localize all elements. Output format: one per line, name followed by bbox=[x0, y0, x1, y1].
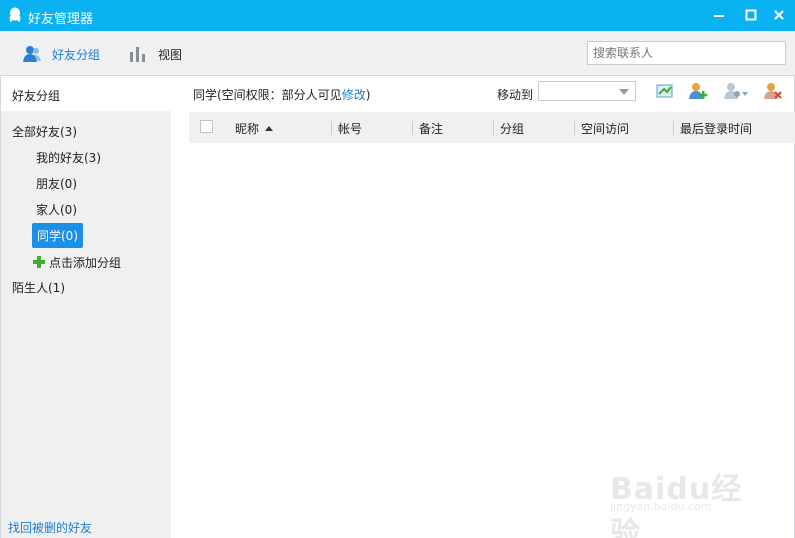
sidebar-header: 好友分组 bbox=[1, 76, 171, 111]
minimize-icon[interactable] bbox=[712, 8, 726, 22]
group-breadcrumb: 同学(空间权限：部分人可见修改) bbox=[193, 86, 370, 103]
watermark-url: jingyan.baidu.com bbox=[610, 500, 712, 513]
view-label: 视图 bbox=[158, 47, 183, 62]
sort-up-icon bbox=[265, 126, 274, 131]
column-space-visit[interactable]: 空间访问 bbox=[581, 120, 629, 137]
sidebar-item-all-friends[interactable]: 全部好友(3) bbox=[12, 119, 77, 143]
add-friend-icon[interactable] bbox=[688, 82, 708, 100]
window-title: 好友管理器 bbox=[28, 12, 94, 27]
column-nickname[interactable]: 昵称 bbox=[235, 120, 274, 137]
sidebar-item-strangers[interactable]: 陌生人(1) bbox=[12, 275, 65, 299]
plus-icon bbox=[33, 256, 45, 268]
column-account[interactable]: 帐号 bbox=[338, 120, 362, 137]
crumb-suffix: ) bbox=[365, 88, 371, 102]
modify-permission-link[interactable]: 修改 bbox=[342, 88, 366, 102]
friend-groups-tab[interactable]: 好友分组 bbox=[22, 44, 100, 64]
crumb-prefix: 同学(空间权限：部分人可见 bbox=[193, 88, 342, 102]
column-remark[interactable]: 备注 bbox=[419, 120, 443, 137]
sidebar-item-friends[interactable]: 朋友(0) bbox=[36, 171, 77, 195]
add-group-label: 点击添加分组 bbox=[49, 255, 122, 270]
group-sidebar: 好友分组 全部好友(3) 我的好友(3) 朋友(0) 家人(0) 同学(0) 点… bbox=[0, 76, 171, 538]
friend-groups-label: 好友分组 bbox=[52, 47, 101, 62]
column-group[interactable]: 分组 bbox=[500, 120, 524, 137]
manage-friend-icon[interactable] bbox=[723, 82, 749, 100]
column-last-login[interactable]: 最后登录时间 bbox=[680, 120, 752, 137]
move-to-label: 移动到 bbox=[497, 88, 534, 102]
chevron-down-icon bbox=[619, 89, 629, 95]
bar-chart-icon bbox=[130, 47, 145, 62]
title-bar: 好友管理器 bbox=[0, 0, 795, 31]
sidebar-item-my-friends[interactable]: 我的好友(3) bbox=[36, 145, 101, 169]
friends-table-header: 昵称 帐号 备注 分组 空间访问 最后登录时间 bbox=[189, 112, 795, 143]
move-to-select[interactable] bbox=[538, 81, 636, 101]
maximize-icon[interactable] bbox=[744, 8, 758, 22]
qq-penguin-icon bbox=[9, 7, 21, 22]
search-contacts-input[interactable] bbox=[587, 41, 786, 65]
sidebar-item-classmates[interactable]: 同学(0) bbox=[32, 223, 83, 248]
friends-icon bbox=[23, 46, 41, 62]
recover-deleted-friends-link[interactable]: 找回被删的好友 bbox=[8, 519, 92, 536]
delete-friend-icon[interactable] bbox=[763, 82, 783, 100]
toolbar: 好友分组 视图 bbox=[0, 31, 795, 76]
select-all-checkbox[interactable] bbox=[200, 120, 213, 133]
add-group-button[interactable]: 点击添加分组 bbox=[32, 250, 121, 274]
baidu-watermark: Baidu经验 jingyan.baidu.com bbox=[605, 448, 755, 538]
view-tab[interactable]: 视图 bbox=[128, 44, 182, 64]
close-icon[interactable] bbox=[772, 8, 786, 22]
send-message-icon[interactable] bbox=[655, 82, 675, 100]
sidebar-item-family[interactable]: 家人(0) bbox=[36, 197, 77, 221]
